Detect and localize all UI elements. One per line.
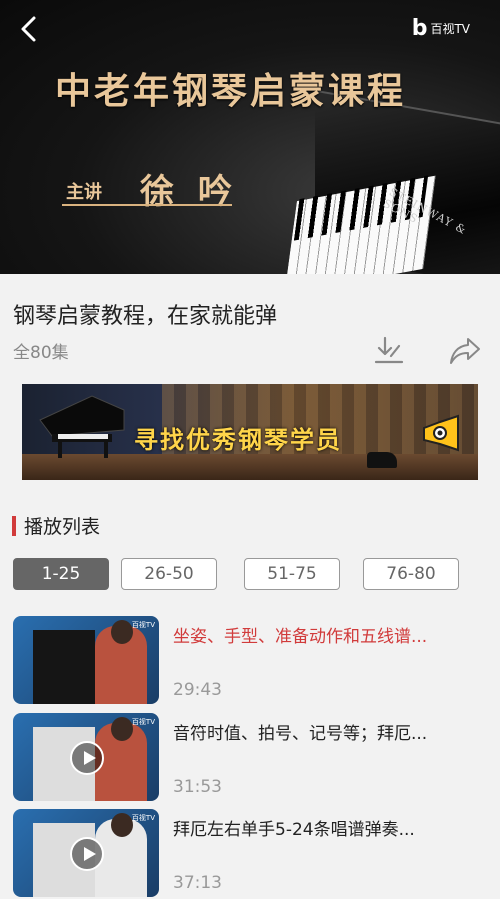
- play-icon: [70, 837, 104, 871]
- playlist-heading: 播放列表: [24, 516, 101, 538]
- tab-range-26-50[interactable]: 26-50: [121, 558, 217, 590]
- list-item[interactable]: 百视TV 音符时值、拍号、记号等；拜厄... 31:53: [0, 711, 500, 803]
- episode-thumbnail: 百视TV: [13, 809, 159, 897]
- thumb-logo: 百视TV: [131, 718, 155, 726]
- video-cover[interactable]: STEINWAY & SONS 中老年钢琴启蒙课程 主讲 徐 吟: [0, 0, 500, 274]
- promo-banner[interactable]: 寻找优秀钢琴学员: [22, 384, 478, 480]
- episode-title: 坐姿、手型、准备动作和五线谱...: [173, 627, 428, 647]
- share-arrow-icon: [450, 338, 480, 364]
- banner-text: 寻找优秀钢琴学员: [134, 426, 342, 454]
- section-accent-bar: [12, 515, 16, 536]
- episode-range-tabs: 1-25 26-50 51-75 76-80: [13, 558, 493, 590]
- thumb-logo: 百视TV: [131, 814, 155, 822]
- video-info: 钢琴启蒙教程，在家就能弹 全80集: [0, 274, 500, 384]
- lecturer-underline: [62, 204, 232, 206]
- stage-piano: [367, 452, 397, 468]
- app-logo: b 百视TV: [412, 16, 470, 41]
- thumb-logo: 百视TV: [131, 621, 155, 629]
- thumb-head: [111, 620, 133, 644]
- episode-duration: 37:13: [173, 873, 222, 893]
- logo-mark-icon: b: [411, 16, 428, 41]
- play-icon: [70, 741, 104, 775]
- list-item[interactable]: 百视TV 坐姿、手型、准备动作和五线谱... 29:43: [0, 614, 500, 706]
- episode-thumbnail: 百视TV: [13, 713, 159, 801]
- episode-title: 音符时值、拍号、记号等；拜厄...: [173, 724, 428, 744]
- tab-range-51-75[interactable]: 51-75: [244, 558, 340, 590]
- episode-duration: 31:53: [173, 777, 222, 797]
- tab-range-76-80[interactable]: 76-80: [363, 558, 459, 590]
- chevron-left-icon: [21, 16, 36, 42]
- thumb-head: [111, 717, 133, 741]
- megaphone-icon: [423, 414, 459, 452]
- grand-piano-icon: [39, 395, 125, 458]
- logo-text: 百视TV: [430, 22, 470, 36]
- list-item[interactable]: 百视TV 拜厄左右单手5-24条唱谱弹奏... 37:13: [0, 807, 500, 899]
- tab-range-1-25[interactable]: 1-25: [13, 558, 109, 590]
- video-title: 钢琴启蒙教程，在家就能弹: [13, 304, 278, 329]
- playlist-header: 播放列表: [12, 512, 100, 539]
- episode-count: 全80集: [13, 343, 69, 363]
- cover-title: 中老年钢琴启蒙课程: [55, 70, 407, 112]
- episode-duration: 29:43: [173, 680, 222, 700]
- episode-thumbnail: 百视TV: [13, 616, 159, 704]
- episode-title: 拜厄左右单手5-24条唱谱弹奏...: [173, 820, 415, 840]
- lecturer-label: 主讲: [66, 182, 102, 203]
- back-button[interactable]: [16, 14, 42, 44]
- download-button[interactable]: [372, 334, 406, 368]
- thumb-head: [111, 813, 133, 837]
- download-icon: [374, 336, 404, 364]
- share-button[interactable]: [448, 336, 482, 366]
- thumb-piano: [33, 630, 95, 704]
